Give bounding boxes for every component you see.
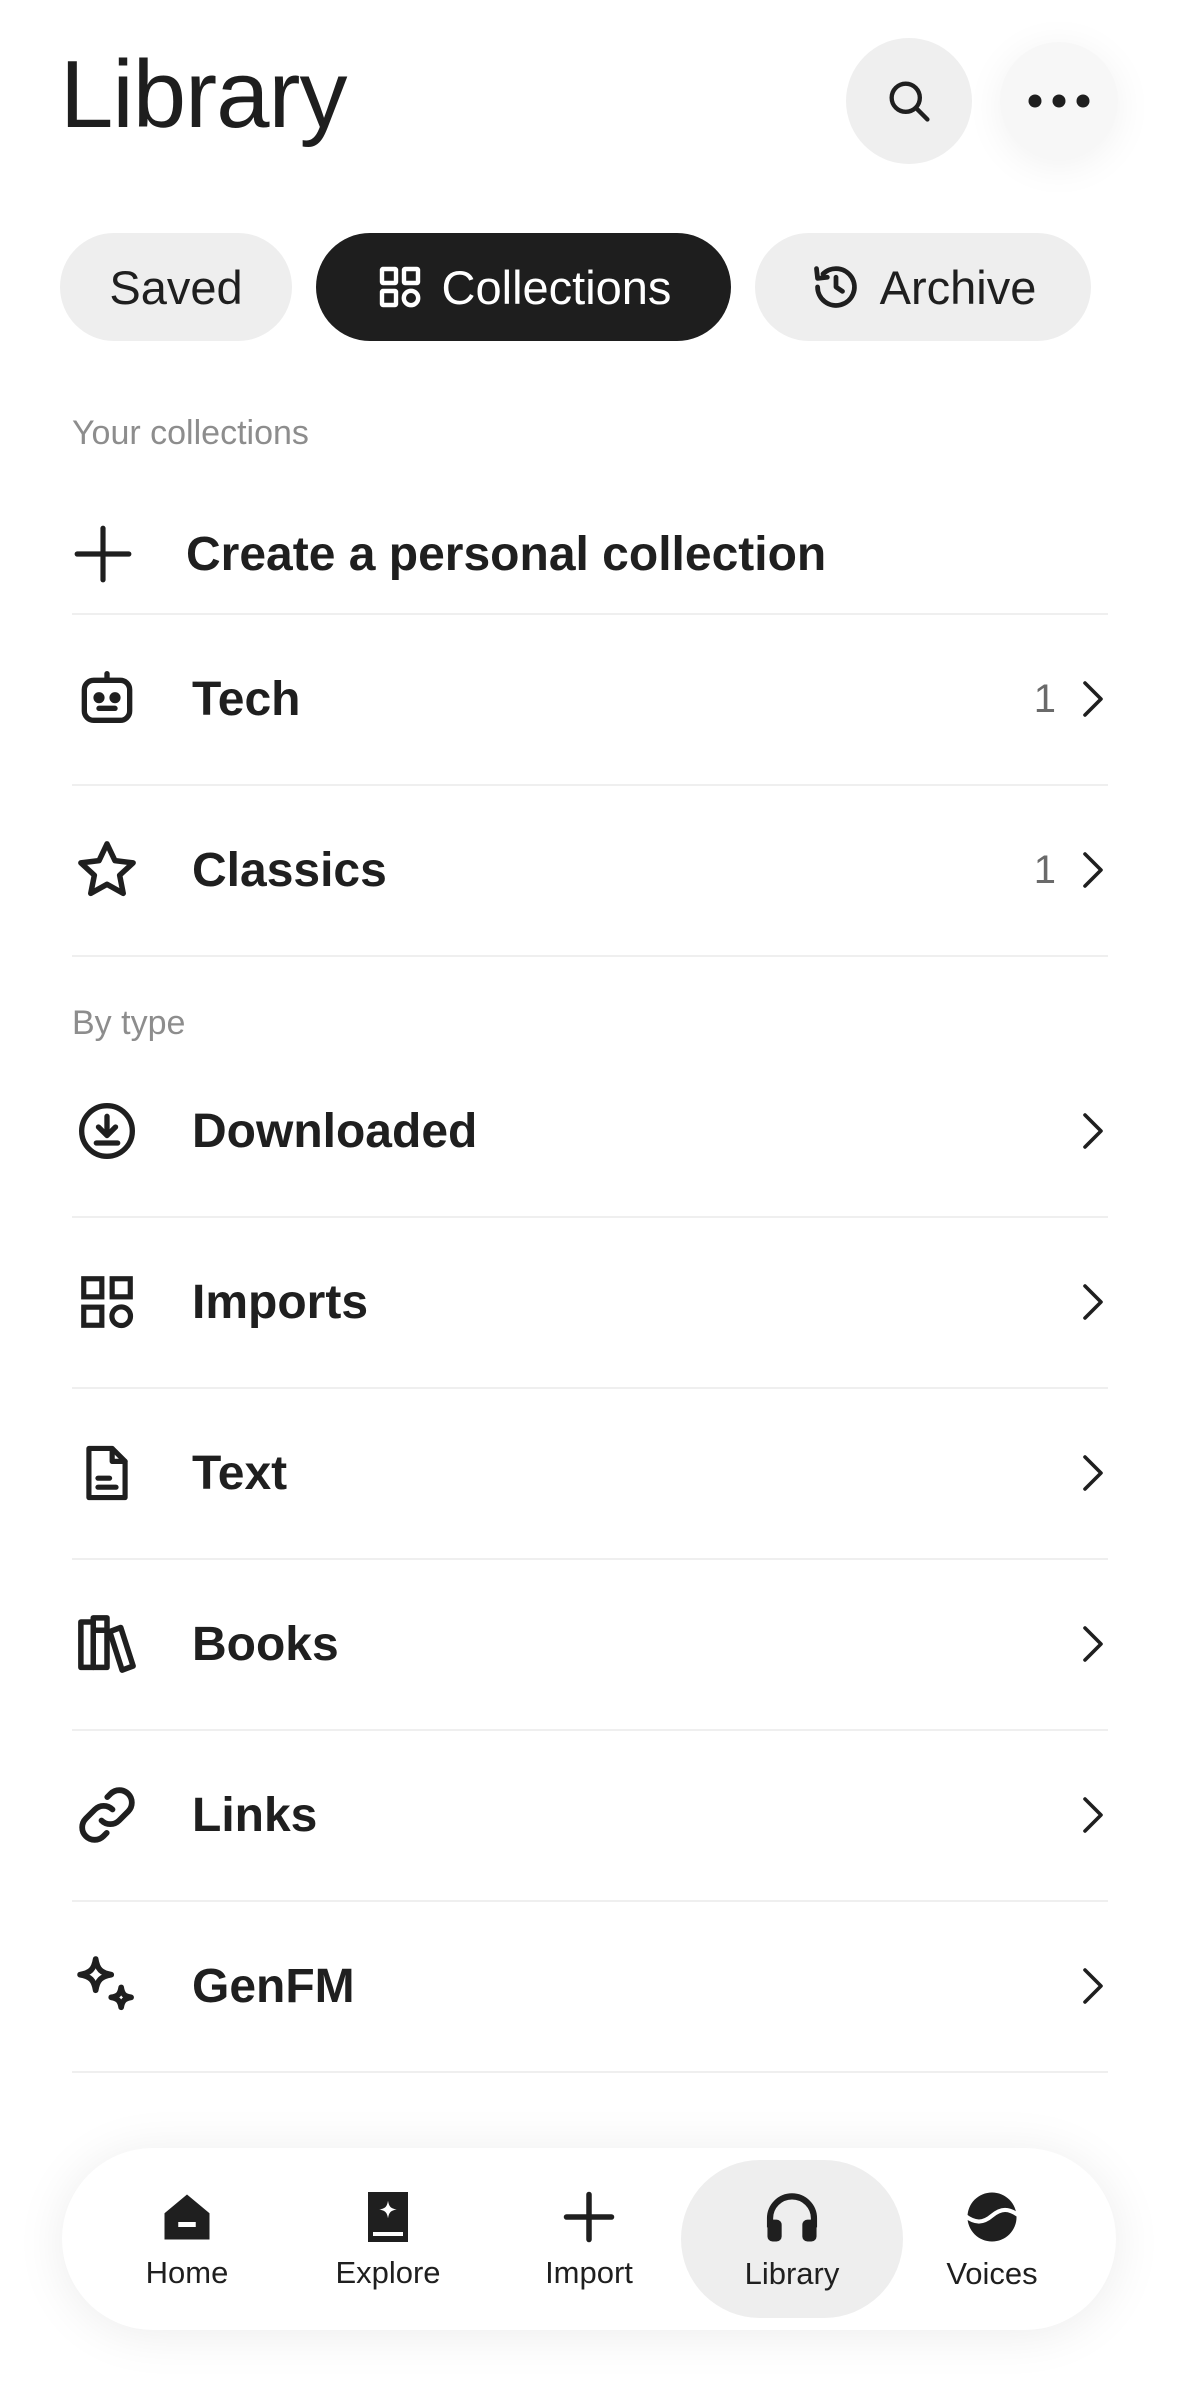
grid-icon [379, 266, 420, 308]
search-icon [889, 81, 930, 122]
tab-archive[interactable]: Archive [755, 233, 1091, 341]
item-count: 1 [1033, 676, 1056, 721]
nav-library-label: Library [744, 2256, 840, 2291]
nav-explore[interactable]: Explore [288, 2160, 488, 2318]
nav-home-label: Home [145, 2255, 229, 2290]
tab-collections-label: Collections [441, 260, 672, 314]
history-icon [813, 266, 857, 308]
chevron-right-icon [1078, 1109, 1108, 1153]
nav-voices-label: Voices [946, 2256, 1038, 2291]
tab-saved-label: Saved [109, 260, 243, 314]
tab-collections[interactable]: Collections [316, 233, 731, 341]
books-icon [72, 1609, 142, 1679]
explore-icon [368, 2192, 408, 2242]
chevron-right-icon [1078, 1451, 1108, 1495]
tab-saved[interactable]: Saved [60, 233, 292, 341]
type-label: Text [192, 1446, 288, 1500]
type-item-imports[interactable]: Imports [72, 1217, 1108, 1387]
section-label-collections: Your collections [72, 414, 309, 452]
link-icon [72, 1780, 142, 1850]
more-horizontal-icon [1028, 94, 1090, 108]
type-item-text[interactable]: Text [72, 1388, 1108, 1558]
create-collection-button[interactable]: Create a personal collection [72, 494, 1108, 614]
type-label: Books [192, 1617, 339, 1671]
chevron-right-icon [1078, 1793, 1108, 1837]
type-item-links[interactable]: Links [72, 1730, 1108, 1900]
collection-label: Tech [192, 672, 301, 726]
chevron-right-icon [1078, 1280, 1108, 1324]
search-button[interactable] [846, 38, 972, 164]
nav-voices[interactable]: Voices [892, 2160, 1092, 2318]
plus-icon [74, 525, 132, 583]
headphones-icon [766, 2193, 818, 2242]
nav-home[interactable]: Home [87, 2160, 287, 2318]
more-options-button[interactable] [1000, 42, 1118, 160]
divider [72, 2071, 1108, 2073]
collection-item-tech[interactable]: Tech 1 [72, 614, 1108, 784]
bottom-nav: Home Explore Import Library Voices [62, 2148, 1116, 2330]
sparkles-icon [72, 1951, 142, 2021]
collection-label: Classics [192, 843, 387, 897]
robot-icon [72, 664, 142, 734]
section-label-by-type: By type [72, 1004, 186, 1042]
download-icon [72, 1096, 142, 1166]
page-title: Library [60, 41, 347, 148]
document-icon [72, 1438, 142, 1508]
divider [72, 955, 1108, 957]
collection-item-classics[interactable]: Classics 1 [72, 785, 1108, 955]
home-icon [164, 2194, 210, 2240]
chevron-right-icon [1078, 848, 1108, 892]
type-label: Links [192, 1788, 318, 1842]
nav-import[interactable]: Import [489, 2160, 689, 2318]
create-collection-label: Create a personal collection [186, 527, 827, 581]
type-item-downloaded[interactable]: Downloaded [72, 1046, 1108, 1216]
type-label: Downloaded [192, 1104, 478, 1158]
chevron-right-icon [1078, 677, 1108, 721]
type-label: Imports [192, 1275, 369, 1329]
star-icon [72, 835, 142, 905]
item-count: 1 [1033, 847, 1056, 892]
tab-archive-label: Archive [879, 260, 1037, 314]
type-item-genfm[interactable]: GenFM [72, 1901, 1108, 2071]
plus-icon [563, 2191, 615, 2243]
type-item-books[interactable]: Books [72, 1559, 1108, 1729]
imports-grid-icon [72, 1267, 142, 1337]
chevron-right-icon [1078, 1964, 1108, 2008]
chevron-right-icon [1078, 1622, 1108, 1666]
nav-explore-label: Explore [335, 2255, 441, 2290]
nav-import-label: Import [545, 2255, 633, 2290]
voices-icon [963, 2192, 1021, 2242]
type-label: GenFM [192, 1959, 355, 2013]
nav-library[interactable]: Library [681, 2160, 903, 2318]
